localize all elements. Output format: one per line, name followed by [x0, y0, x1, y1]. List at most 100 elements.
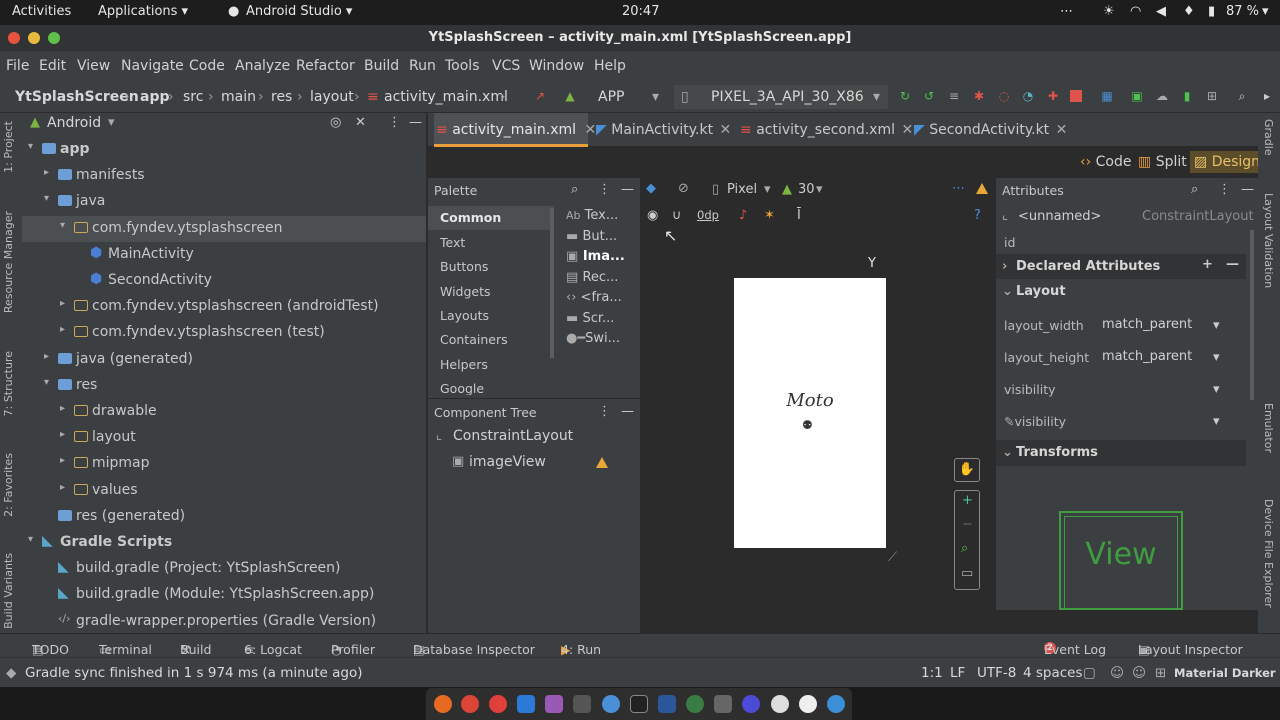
palette-category-helpers[interactable]: Helpers — [440, 357, 488, 372]
refresh-icon[interactable]: ↻ — [898, 89, 912, 103]
chrome-icon[interactable] — [461, 695, 479, 713]
close-icon[interactable]: ✕ — [585, 122, 597, 138]
clear-constraints-icon[interactable]: ♪ — [739, 208, 747, 223]
chevron-right-icon[interactable]: ▸ — [60, 429, 65, 440]
check-app-icon[interactable] — [827, 695, 845, 713]
clock[interactable]: 20:47 — [622, 4, 659, 19]
brightness-icon[interactable]: ☀ — [1103, 4, 1115, 19]
palette-item-button[interactable]: ▬ But... — [566, 229, 617, 244]
tab-activity-main[interactable]: ≡ activity_main.xml ✕ — [434, 113, 596, 147]
hide-icon[interactable]: — — [1241, 182, 1254, 197]
theme-icon[interactable]: ⊞ — [1155, 665, 1166, 681]
close-window-icon[interactable] — [8, 32, 20, 44]
volume-icon[interactable]: ◀ — [1156, 4, 1166, 19]
menu-tools[interactable]: Tools — [445, 58, 480, 74]
chevron-right-icon[interactable]: ▸ — [60, 403, 65, 414]
project-structure-icon[interactable]: ▦ — [1100, 89, 1114, 103]
breadcrumb-file[interactable]: activity_main.xml — [384, 89, 508, 105]
chevron-down-icon[interactable]: ▾ — [1213, 350, 1220, 365]
terminal-icon[interactable] — [573, 695, 591, 713]
default-margin[interactable]: 0dp — [697, 208, 719, 222]
palette-category-containers[interactable]: Containers — [440, 332, 508, 347]
applications-menu[interactable]: Applications ▾ — [98, 4, 188, 19]
project-tree-item[interactable]: ▸ drawable — [22, 399, 426, 425]
chevron-right-icon[interactable]: ▸ — [44, 167, 49, 178]
tool-favorites[interactable]: 2: Favorites — [2, 453, 15, 517]
tab-second-activity[interactable]: ◤ SecondActivity.kt ✕ — [914, 113, 1067, 147]
guidelines-icon[interactable]: Ī — [797, 208, 801, 223]
inspector-icon[interactable]: ☺ — [1110, 665, 1124, 681]
chevron-down-icon[interactable]: ▾ — [1213, 318, 1220, 333]
hide-icon[interactable]: — — [409, 115, 422, 130]
layout-width-value[interactable]: match_parent — [1102, 317, 1192, 332]
stop-icon[interactable] — [1070, 90, 1082, 102]
orientation-icon[interactable]: ⊘ — [678, 181, 689, 196]
design-mode-button[interactable]: ▨ Design — [1190, 151, 1265, 173]
tab-main-activity[interactable]: ◤ MainActivity.kt ✕ — [596, 113, 731, 147]
circle-app-icon[interactable] — [771, 695, 789, 713]
palette-item-fragment[interactable]: ‹› <fra... — [566, 290, 622, 305]
eye-icon[interactable]: ◉ — [647, 208, 658, 223]
layers-icon[interactable]: ◆ — [646, 181, 656, 196]
menu-window[interactable]: Window — [529, 58, 584, 74]
attach-debugger-icon[interactable]: ✚ — [1046, 89, 1060, 103]
vscode-icon[interactable] — [517, 695, 535, 713]
hide-icon[interactable]: — — [621, 404, 634, 419]
status-message[interactable]: Gradle sync finished in 1 s 974 ms (a mi… — [25, 665, 363, 681]
palette-category-text[interactable]: Text — [440, 235, 465, 250]
scrollbar[interactable] — [1250, 230, 1254, 400]
palette-category-common[interactable]: Common — [440, 210, 501, 225]
project-tree-item[interactable]: ⬢ SecondActivity — [22, 268, 426, 294]
menu-vcs[interactable]: VCS — [492, 58, 520, 74]
palette-item-switch[interactable]: ●━Swi... — [566, 331, 620, 346]
settings-icon[interactable]: ▸ — [1260, 89, 1274, 103]
hammer-icon[interactable]: ↗ — [533, 89, 547, 103]
face-icon[interactable]: ☺ — [1132, 665, 1146, 681]
breadcrumb-res[interactable]: res — [271, 89, 292, 105]
project-tree-item[interactable]: ▸ java (generated) — [22, 347, 426, 373]
word-icon[interactable] — [658, 695, 676, 713]
layout-height-value[interactable]: match_parent — [1102, 349, 1192, 364]
project-tree-item[interactable]: ▸ mipmap — [22, 451, 426, 477]
file-encoding[interactable]: UTF-8 — [977, 665, 1016, 681]
project-tree-item[interactable]: ◣ build.gradle (Project: YtSplashScreen) — [22, 556, 426, 582]
chevron-down-icon[interactable]: ▾ — [1213, 414, 1220, 429]
breadcrumb-main[interactable]: main — [221, 89, 256, 105]
maximize-window-icon[interactable] — [48, 32, 60, 44]
tab-activity-second[interactable]: ≡ activity_second.xml ✕ — [740, 113, 913, 147]
list-icon[interactable]: ≡ — [947, 89, 961, 103]
menu-build[interactable]: Build — [364, 58, 399, 74]
options-icon[interactable]: ⋮ — [388, 115, 401, 130]
firefox-icon[interactable] — [434, 695, 452, 713]
tool-emulator[interactable]: Emulator — [1262, 403, 1275, 453]
palette-category-layouts[interactable]: Layouts — [440, 308, 489, 323]
declared-attributes-section[interactable]: › Declared Attributes + — — [996, 254, 1246, 280]
android-studio-icon[interactable] — [686, 695, 704, 713]
close-icon[interactable]: ✕ — [1056, 122, 1068, 138]
layout-section[interactable]: ⌄ Layout — [996, 279, 1246, 305]
hide-icon[interactable]: — — [621, 182, 634, 197]
tree-node-imageview[interactable]: ▣ imageView — [428, 451, 640, 475]
palette-item-imageview[interactable]: ▣ Ima... — [566, 249, 625, 264]
menu-refactor[interactable]: Refactor — [296, 58, 355, 74]
palette-category-google[interactable]: Google — [440, 381, 484, 395]
chevron-down-icon[interactable]: ▾ — [44, 193, 49, 204]
project-tree-item[interactable]: ▸ layout — [22, 425, 426, 451]
zoom-out-icon[interactable]: − — [962, 517, 973, 532]
project-tree-item[interactable]: ‹/› gradle-wrapper.properties (Gradle Ver… — [22, 609, 426, 635]
search-icon[interactable]: ⌕ — [1191, 182, 1198, 197]
breadcrumb-src[interactable]: src — [183, 89, 203, 105]
warning-icon[interactable] — [976, 183, 988, 198]
lock-icon[interactable]: ▢ — [1083, 665, 1096, 681]
project-tree-item[interactable]: ▸ com.fyndev.ytsplashscreen (test) — [22, 320, 426, 346]
theme-name[interactable]: Material Darker — [1174, 666, 1276, 680]
project-tree-item[interactable]: ◣ build.gradle (Module: YtSplashScreen.ap… — [22, 582, 426, 608]
chevron-down-icon[interactable]: ▾ — [28, 141, 33, 152]
search-icon[interactable]: ⌕ — [1235, 89, 1249, 103]
resize-handle[interactable]: ⟋ — [888, 550, 897, 565]
add-icon[interactable]: + — [1202, 257, 1213, 272]
app-name-menu[interactable]: Android Studio ▾ — [246, 4, 352, 19]
project-tree-item[interactable]: ▾ ◣ Gradle Scripts — [22, 530, 426, 556]
chevron-right-icon[interactable]: ▸ — [60, 298, 65, 309]
menu-code[interactable]: Code — [189, 58, 225, 74]
